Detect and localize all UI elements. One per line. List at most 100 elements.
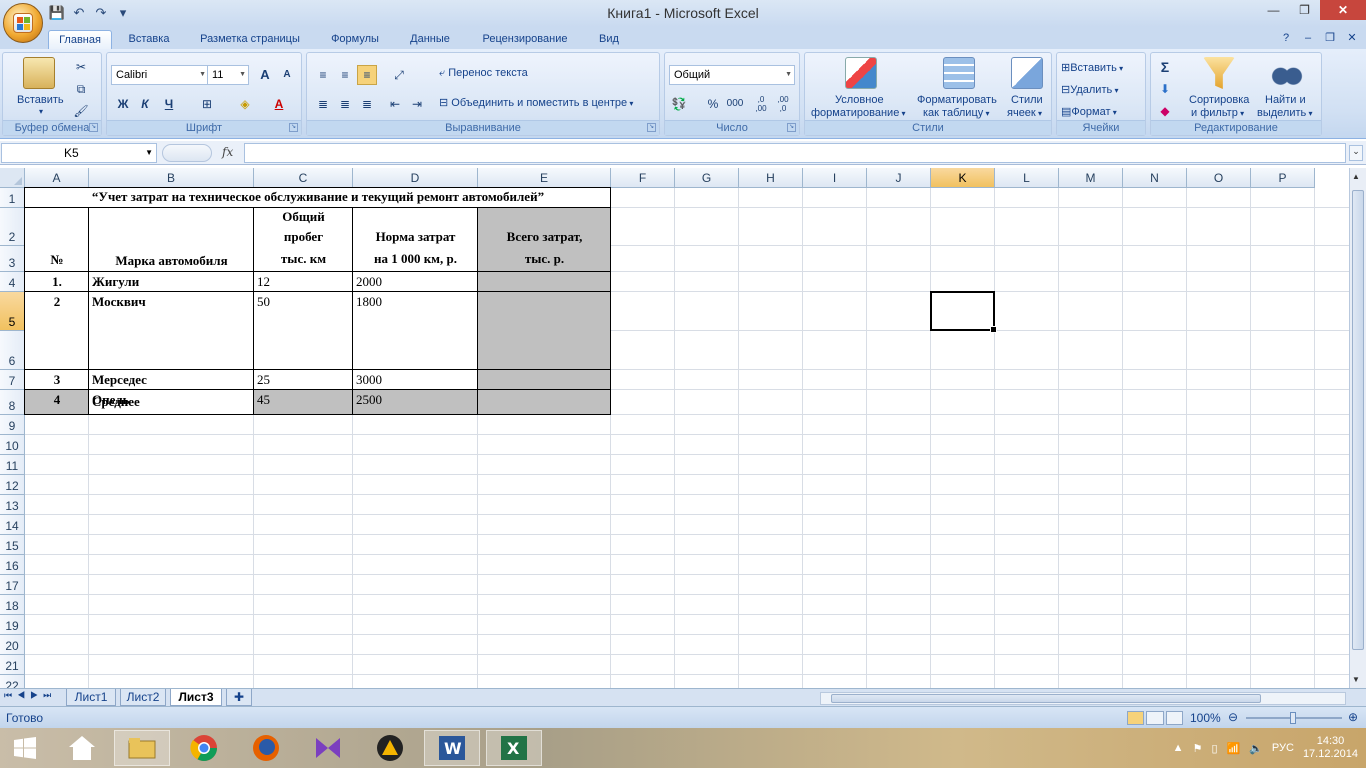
currency-icon[interactable]: 💱 bbox=[669, 94, 689, 114]
explorer-taskbar-icon[interactable] bbox=[54, 730, 110, 766]
column-header-o[interactable]: O bbox=[1187, 168, 1251, 188]
file-manager-taskbar-icon[interactable] bbox=[114, 730, 170, 766]
cell-norm[interactable]: 2500 bbox=[356, 392, 382, 408]
doc-restore-icon[interactable]: ❐ bbox=[1322, 30, 1338, 46]
page-layout-view-icon[interactable] bbox=[1146, 711, 1164, 725]
wrap-text-button[interactable]: ⤶ Перенос текста bbox=[439, 67, 528, 80]
cut-icon[interactable]: ✂ bbox=[71, 57, 91, 77]
paste-dropdown-icon[interactable]: ▾ bbox=[39, 107, 43, 116]
column-header-j[interactable]: J bbox=[867, 168, 931, 188]
conditional-formatting-label2[interactable]: форматирование ▾ bbox=[811, 107, 906, 119]
find-select-icon[interactable] bbox=[1271, 57, 1303, 89]
row-header-13[interactable]: 13 bbox=[0, 495, 25, 515]
row-header-20[interactable]: 20 bbox=[0, 635, 25, 655]
font-color-button[interactable]: A bbox=[269, 94, 289, 114]
zoom-slider-thumb[interactable] bbox=[1290, 712, 1296, 724]
shrink-font-button[interactable]: A bbox=[277, 65, 297, 85]
header-mileage-3[interactable]: тыс. км bbox=[254, 251, 353, 267]
column-header-h[interactable]: H bbox=[739, 168, 803, 188]
clock[interactable]: 14:30 17.12.2014 bbox=[1303, 735, 1358, 761]
cell-norm[interactable]: 2000 bbox=[356, 274, 382, 290]
tab-view[interactable]: Вид bbox=[590, 30, 628, 49]
doc-close-icon[interactable]: ✕ bbox=[1344, 30, 1360, 46]
sheet-nav-icons[interactable]: ⏮◀▶⏭ bbox=[4, 690, 56, 701]
help-icon[interactable]: ? bbox=[1278, 30, 1294, 46]
font-size-select[interactable]: 11 ▼ bbox=[207, 65, 249, 85]
fill-color-icon[interactable]: ◈ bbox=[235, 94, 255, 114]
column-header-c[interactable]: C bbox=[254, 168, 353, 188]
align-center-icon[interactable]: ≣ bbox=[335, 94, 355, 114]
conditional-formatting-label[interactable]: Условное bbox=[835, 94, 884, 106]
header-norm-2[interactable]: на 1 000 км, р. bbox=[353, 251, 478, 267]
firefox-taskbar-icon[interactable] bbox=[238, 730, 294, 766]
row-header-7[interactable]: 7 bbox=[0, 370, 25, 390]
tab-page-layout[interactable]: Разметка страницы bbox=[190, 30, 310, 49]
cell-styles-icon[interactable] bbox=[1011, 57, 1043, 89]
orientation-icon[interactable]: ⤢ bbox=[389, 65, 409, 85]
column-header-m[interactable]: M bbox=[1059, 168, 1123, 188]
tab-insert[interactable]: Вставка bbox=[118, 30, 180, 49]
visual-studio-taskbar-icon[interactable] bbox=[300, 730, 356, 766]
align-left-icon[interactable]: ≣ bbox=[313, 94, 333, 114]
sheet-tab-list3[interactable]: Лист3 bbox=[170, 689, 222, 706]
column-header-e[interactable]: E bbox=[478, 168, 611, 188]
scroll-down-icon[interactable]: ▼ bbox=[1352, 675, 1360, 684]
decrease-indent-icon[interactable]: ⇤ bbox=[385, 94, 405, 114]
paste-button[interactable]: Вставить bbox=[17, 94, 64, 106]
excel-taskbar-icon[interactable]: X bbox=[486, 730, 542, 766]
row-header-5[interactable]: 5 bbox=[0, 292, 25, 331]
bold-button[interactable]: Ж bbox=[113, 94, 133, 114]
battery-icon[interactable]: ▯ bbox=[1211, 742, 1217, 755]
name-box[interactable]: K5 ▼ bbox=[1, 143, 157, 163]
vertical-scroll-thumb[interactable] bbox=[1352, 190, 1364, 650]
row-header-15[interactable]: 15 bbox=[0, 535, 25, 555]
row-header-12[interactable]: 12 bbox=[0, 475, 25, 495]
column-header-d[interactable]: D bbox=[353, 168, 478, 188]
tab-home[interactable]: Главная bbox=[48, 30, 112, 49]
dialog-launcher-icon[interactable]: ↘ bbox=[289, 123, 298, 132]
cell-number[interactable]: 3 bbox=[25, 372, 89, 388]
horizontal-scrollbar[interactable] bbox=[820, 692, 1346, 705]
formula-input[interactable] bbox=[244, 143, 1346, 163]
row-header-16[interactable]: 16 bbox=[0, 555, 25, 575]
row-header-14[interactable]: 14 bbox=[0, 515, 25, 535]
select-all-corner[interactable] bbox=[0, 168, 25, 188]
sheet-tab-list1[interactable]: Лист1 bbox=[66, 689, 116, 706]
windows-start-icon[interactable] bbox=[0, 730, 50, 766]
word-taskbar-icon[interactable]: W bbox=[424, 730, 480, 766]
scroll-up-icon[interactable]: ▲ bbox=[1352, 172, 1360, 181]
format-painter-icon[interactable]: 🖌 bbox=[71, 101, 91, 121]
table-title[interactable]: “Учет затрат на техническое обслуживание… bbox=[25, 189, 611, 205]
conditional-formatting-icon[interactable] bbox=[845, 57, 877, 89]
autosum-button[interactable]: Σ bbox=[1155, 57, 1175, 77]
close-icon[interactable]: ✕ bbox=[1320, 0, 1366, 20]
tab-review[interactable]: Рецензирование bbox=[470, 30, 580, 49]
header-mileage-2[interactable]: пробег bbox=[254, 229, 353, 245]
percent-button[interactable]: % bbox=[703, 94, 723, 114]
format-as-table-label2[interactable]: как таблицу ▾ bbox=[923, 107, 990, 119]
row-header-2[interactable]: 2 bbox=[0, 208, 25, 246]
cell-number[interactable]: 2 bbox=[25, 294, 89, 310]
cell-brand[interactable]: Москвич bbox=[92, 294, 146, 310]
row-header-22[interactable]: 22 bbox=[0, 675, 25, 688]
fill-icon[interactable]: ⬇ bbox=[1155, 79, 1175, 99]
doc-minimize-icon[interactable]: – bbox=[1300, 30, 1316, 46]
tray-expand-icon[interactable]: ▲ bbox=[1173, 742, 1184, 754]
column-header-b[interactable]: B bbox=[89, 168, 254, 188]
copy-icon[interactable]: ⧉ bbox=[71, 79, 91, 99]
column-header-k[interactable]: K bbox=[931, 168, 995, 188]
cell-norm[interactable]: 1800 bbox=[356, 294, 382, 310]
grow-font-button[interactable]: A bbox=[255, 65, 275, 85]
insert-cells-button[interactable]: ⊞Вставить ▾ bbox=[1061, 61, 1123, 74]
align-top-icon[interactable]: ≡ bbox=[313, 65, 333, 85]
thousands-button[interactable]: 000 bbox=[725, 94, 745, 114]
cell-mileage[interactable]: 50 bbox=[257, 294, 270, 310]
header-norm-1[interactable]: Норма затрат bbox=[353, 229, 478, 245]
merge-center-button[interactable]: ⊟ Объединить и поместить в центре ▾ bbox=[439, 96, 633, 109]
row-header-21[interactable]: 21 bbox=[0, 655, 25, 675]
tab-data[interactable]: Данные bbox=[400, 30, 460, 49]
minimize-icon[interactable]: — bbox=[1258, 0, 1289, 20]
cell-number[interactable]: 1. bbox=[25, 274, 89, 290]
decrease-decimal-button[interactable]: ,00 ,0 bbox=[773, 94, 793, 114]
zoom-level[interactable]: 100% bbox=[1190, 711, 1221, 725]
